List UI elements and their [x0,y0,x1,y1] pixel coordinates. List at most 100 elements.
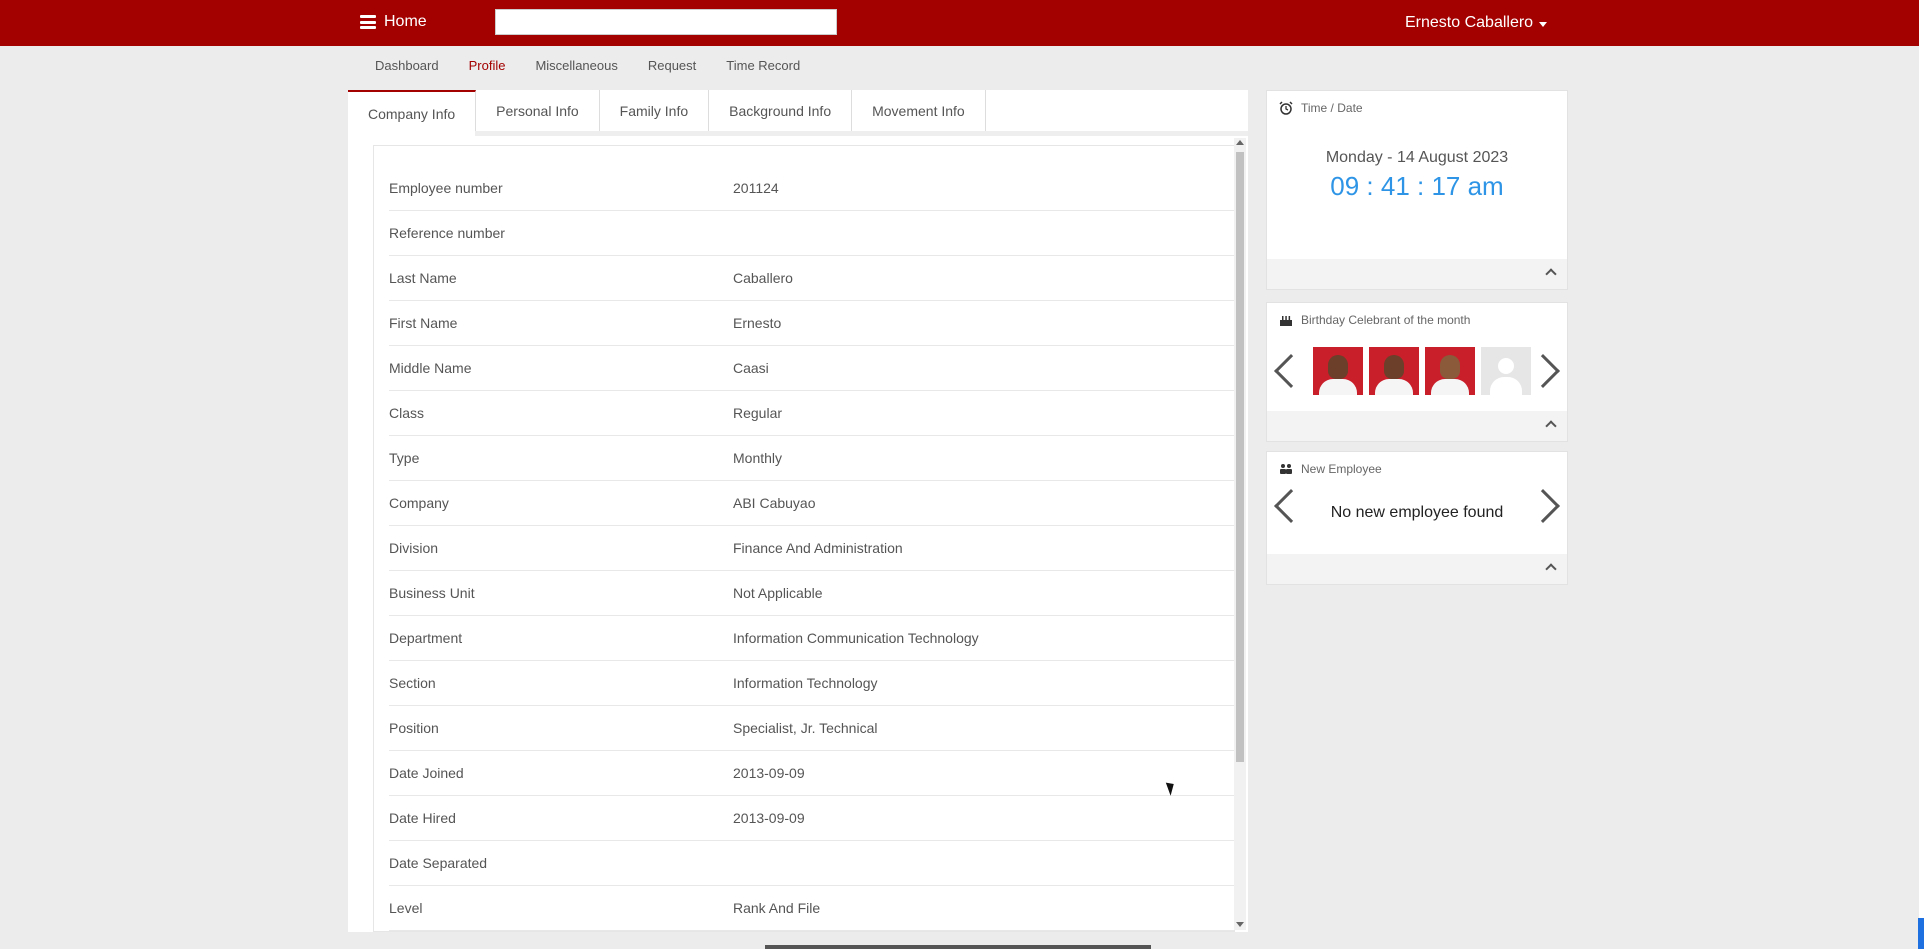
celebrant-photos [1313,347,1531,395]
avatar[interactable] [1369,347,1419,395]
home-link[interactable]: Home [360,13,427,31]
nav-dashboard[interactable]: Dashboard [375,58,439,73]
profile-panel: Company Info Personal Info Family Info B… [348,90,1248,932]
field-value: ABI Cabuyao [733,495,816,511]
table-row: Section Information Technology [389,661,1234,706]
table-row: Date Separated [389,841,1234,886]
field-value: Regular [733,405,783,421]
field-label: Middle Name [389,360,472,376]
home-label: Home [384,13,427,30]
chevron-right-icon[interactable] [1526,354,1560,388]
profile-tabs: Company Info Personal Info Family Info B… [348,90,1248,134]
top-bar: Home Ernesto Caballero [0,0,1919,46]
table-row: Position Specialist, Jr. Technical [389,706,1234,751]
search-input[interactable] [495,9,837,35]
widget-footer [1267,411,1567,441]
nav-profile[interactable]: Profile [469,58,506,73]
chevron-up-icon[interactable] [1545,563,1557,575]
user-menu[interactable]: Ernesto Caballero [1405,14,1548,32]
table-row: Reference number [389,211,1234,256]
horizontal-scrollbar-thumb[interactable] [765,945,1151,949]
field-value: Finance And Administration [733,540,903,556]
widget-footer [1267,259,1567,289]
scrollbar-thumb[interactable] [1236,152,1244,762]
field-label: Business Unit [389,585,475,601]
table-row: Type Monthly [389,436,1234,481]
field-value: Monthly [733,450,783,466]
table-row: Date Hired 2013-09-09 [389,796,1234,841]
nav-request[interactable]: Request [648,58,696,73]
field-value: Caballero [733,270,793,286]
field-label: Company [389,495,449,511]
main-nav: Dashboard Profile Miscellaneous Request … [375,58,830,73]
widget-footer [1267,554,1567,584]
chevron-up-icon[interactable] [1545,420,1557,432]
scroll-down-icon[interactable] [1236,922,1244,927]
tab-family-info[interactable]: Family Info [600,90,710,132]
field-label: First Name [389,315,458,331]
field-label: Division [389,540,439,556]
table-row: Employee number 201124 [389,146,1234,211]
field-label: Level [389,900,423,916]
table-row: Last Name Caballero [389,256,1234,301]
scroll-up-icon[interactable] [1236,140,1244,145]
table-row: Middle Name Caasi [389,346,1234,391]
field-value: 2013-09-09 [733,810,805,826]
birthday-widget: Birthday Celebrant of the month [1266,302,1568,442]
avatar-placeholder[interactable] [1481,347,1531,395]
birthday-cake-icon [1280,316,1292,326]
users-icon [1280,464,1292,474]
company-info-list: Employee number 201124 Reference number Las… [374,146,1234,931]
field-label: Last Name [389,270,457,286]
field-value: Ernesto [733,315,782,331]
alarm-clock-icon [1279,101,1293,115]
table-row: First Name Ernesto [389,301,1234,346]
current-time: 09 : 41 : 17 am [1330,171,1504,201]
table-row: Division Finance And Administration [389,526,1234,571]
tab-divider [475,131,1248,136]
widget-header: Time / Date [1279,101,1363,115]
widget-header: Birthday Celebrant of the month [1279,313,1470,327]
chevron-up-icon[interactable] [1545,268,1557,280]
chevron-left-icon[interactable] [1274,354,1308,388]
company-info-content: Employee number 201124 Reference number Las… [373,145,1235,932]
caret-down-icon [1539,21,1548,27]
table-row: Company ABI Cabuyao [389,481,1234,526]
field-label: Department [389,630,463,646]
field-value: Rank And File [733,900,821,916]
widget-header: New Employee [1279,462,1382,476]
table-row: Date Joined 2013-09-09 [389,751,1234,796]
table-row: Department Information Communication Tech… [389,616,1234,661]
page-scrollbar-marker [1918,918,1924,949]
content-scrollbar[interactable] [1234,138,1246,930]
tab-company-info[interactable]: Company Info [348,90,477,134]
field-value: 201124 [733,180,779,196]
nav-time-record[interactable]: Time Record [726,58,800,73]
tab-personal-info[interactable]: Personal Info [476,90,600,132]
avatar[interactable] [1425,347,1475,395]
nav-miscellaneous[interactable]: Miscellaneous [535,58,617,73]
menu-icon[interactable] [360,14,376,30]
table-row: Business Unit Not Applicable [389,571,1234,616]
field-label: Date Joined [389,765,464,781]
field-label: Class [389,405,425,421]
field-value: Caasi [733,360,769,376]
tab-movement-info[interactable]: Movement Info [852,90,986,132]
widget-title: Birthday Celebrant of the month [1301,313,1471,327]
field-label: Date Separated [389,855,488,871]
table-row: Class Regular [389,391,1234,436]
current-date: Monday - 14 August 2023 [1325,149,1509,166]
field-value: Information Technology [733,675,878,691]
new-employee-widget: New Employee No new employee found [1266,451,1568,585]
table-row: Level Rank And File [389,886,1234,931]
field-value: Information Communication Technology [733,630,979,646]
avatar[interactable] [1313,347,1363,395]
field-label: Reference number [389,225,505,241]
page-scrollbar-track [1919,0,1924,949]
field-value: Not Applicable [733,585,823,601]
time-date-widget: Time / Date Monday - 14 August 2023 09 :… [1266,90,1568,290]
field-label: Section [389,675,436,691]
widget-title: Time / Date [1301,101,1363,115]
tab-background-info[interactable]: Background Info [709,90,853,132]
no-employee-message: No new employee found [1330,504,1504,521]
